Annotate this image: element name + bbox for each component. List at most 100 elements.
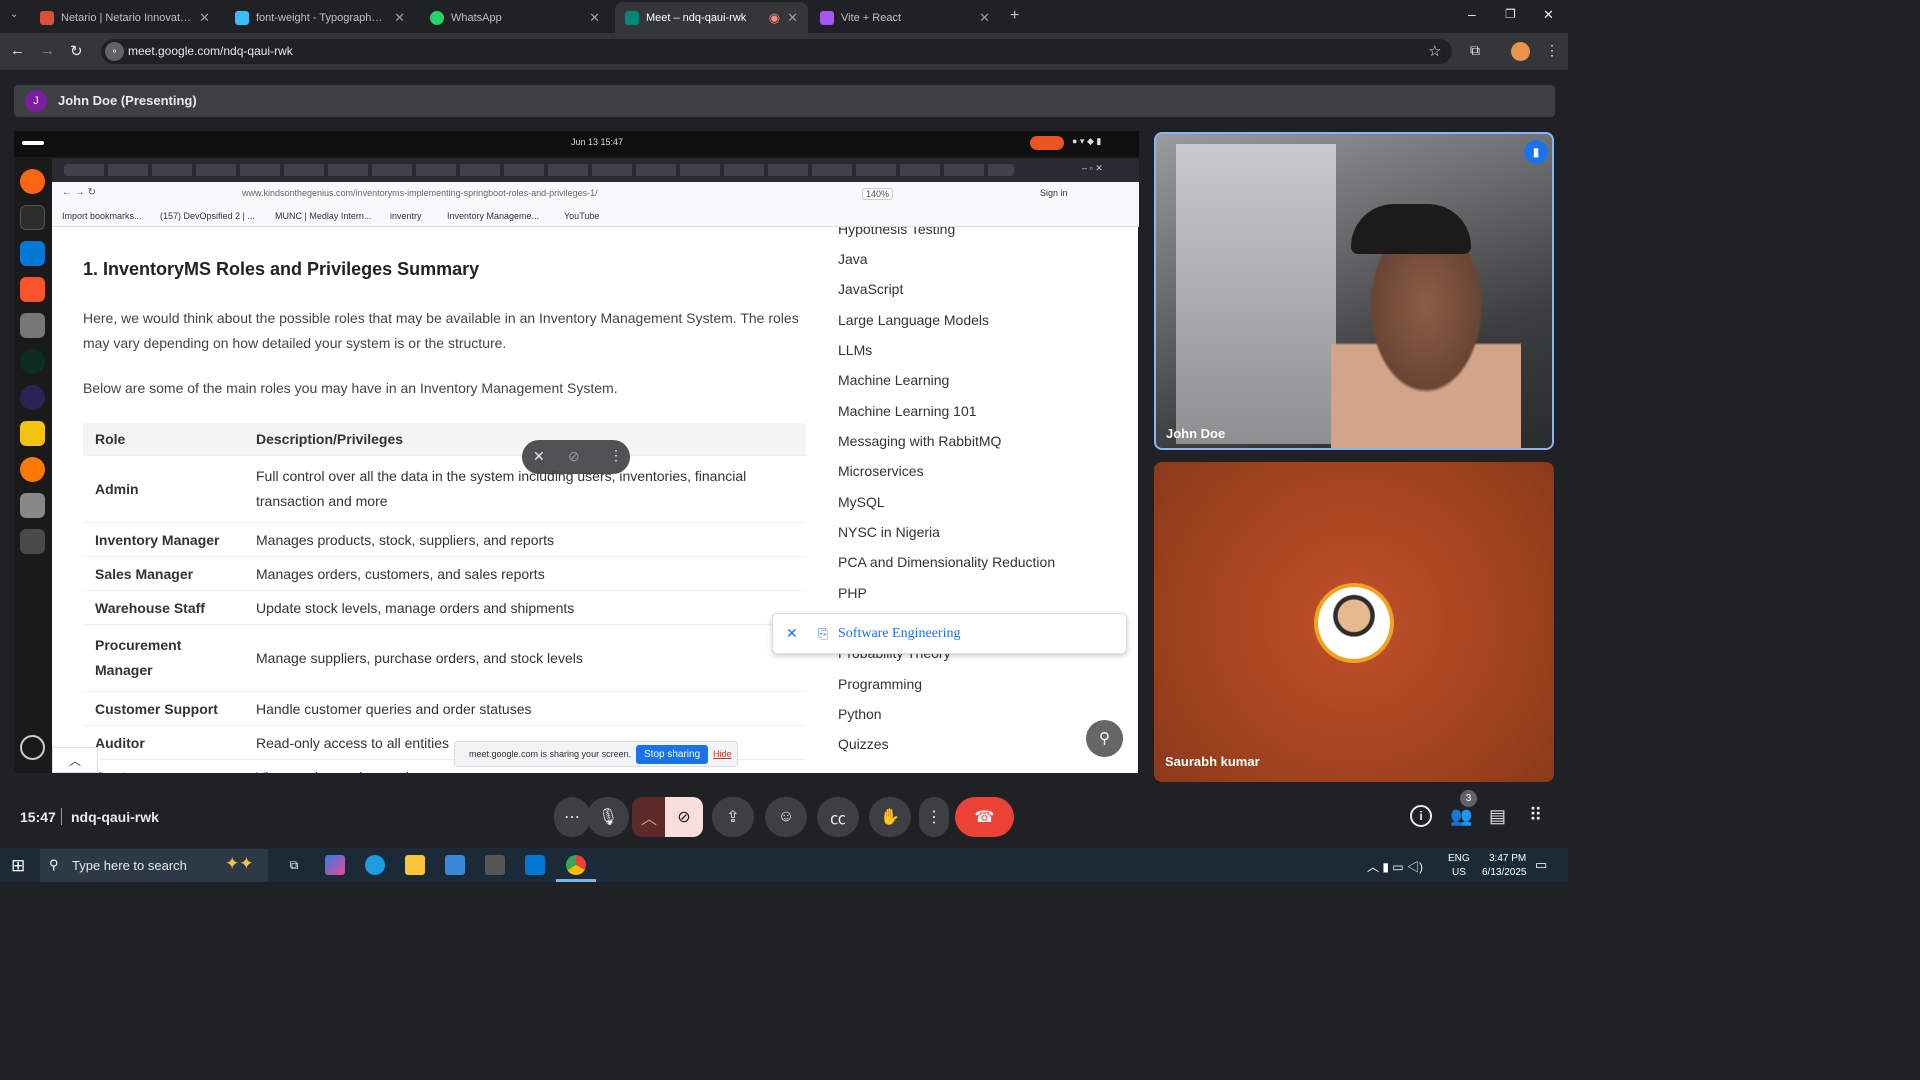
notification-icon[interactable]: ▭ xyxy=(1535,857,1547,873)
browser-menu-icon[interactable]: ⋮ xyxy=(1545,42,1559,59)
windows-start-icon[interactable]: ⊞ xyxy=(11,856,25,876)
back-icon[interactable]: ← xyxy=(10,42,25,59)
category-link[interactable]: Hypothesis Testing xyxy=(838,227,955,237)
category-link[interactable]: Messaging with RabbitMQ xyxy=(838,433,1001,449)
category-link[interactable]: NYSC in Nigeria xyxy=(838,524,940,540)
category-link[interactable]: Java xyxy=(838,251,868,267)
text-editor-icon[interactable] xyxy=(20,421,45,446)
camera-app-icon[interactable] xyxy=(485,855,505,875)
brave-icon[interactable] xyxy=(20,277,45,302)
bookmark-item[interactable]: Import bookmarks... xyxy=(62,211,142,221)
bookmark-item[interactable]: MUNC | Medlay Intern... xyxy=(275,211,371,221)
category-link[interactable]: Microservices xyxy=(838,463,924,479)
category-link[interactable]: Large Language Models xyxy=(838,312,989,328)
category-link[interactable]: JavaScript xyxy=(838,281,903,297)
chat-icon[interactable]: ▤ xyxy=(1489,806,1506,827)
category-link[interactable]: Machine Learning xyxy=(838,372,949,388)
present-button[interactable]: ⇪ xyxy=(712,797,754,837)
tab-meet[interactable]: Meet – ndq-qaui-rwk ◉ ✕ xyxy=(615,2,808,33)
category-link[interactable]: LLMs xyxy=(838,342,872,358)
forward-icon[interactable]: → xyxy=(40,42,55,59)
close-tab-icon[interactable]: ✕ xyxy=(979,10,990,26)
tab-font-weight[interactable]: font-weight - Typography - Tail... ✕ xyxy=(225,2,415,33)
more-options-icon[interactable]: ⋮ xyxy=(609,447,623,464)
more-controls-button[interactable]: ⋯ xyxy=(554,797,590,837)
files-icon[interactable] xyxy=(20,313,45,338)
inner-nav-icons[interactable]: ← → ↻ xyxy=(62,187,96,198)
category-link[interactable]: Quizzes xyxy=(838,736,889,752)
raise-hand-button[interactable]: ✋ xyxy=(869,797,911,837)
inner-url-text[interactable]: www.kindsonthegenius.com/inventoryms-imp… xyxy=(242,188,598,198)
language-indicator[interactable]: ENG xyxy=(1448,853,1470,864)
category-link[interactable]: Machine Learning 101 xyxy=(838,403,977,419)
taskbar-date[interactable]: 6/13/2025 xyxy=(1482,867,1527,878)
task-view-icon[interactable]: ⧉ xyxy=(284,855,304,875)
copilot-icon[interactable] xyxy=(325,855,345,875)
close-window-icon[interactable]: ✕ xyxy=(1543,7,1554,23)
vscode-icon[interactable] xyxy=(20,241,45,266)
bookmark-item[interactable]: Inventory Manageme... xyxy=(447,211,539,221)
store-icon[interactable] xyxy=(445,855,465,875)
terminal-icon[interactable] xyxy=(20,205,45,230)
scroll-up-icon[interactable]: ︿ xyxy=(52,747,98,773)
category-link[interactable]: PCA and Dimensionality Reduction xyxy=(838,554,1055,570)
new-tab-icon[interactable]: + xyxy=(1010,7,1019,25)
reactions-button[interactable]: ☺ xyxy=(765,797,807,837)
bookmark-item[interactable]: (157) DevOpsified 2 | ... xyxy=(160,211,255,221)
maximize-icon[interactable]: ❐ xyxy=(1505,7,1516,21)
ssd-drive-icon[interactable] xyxy=(20,493,45,518)
bookmark-star-icon[interactable]: ☆ xyxy=(1428,42,1441,60)
category-link[interactable]: Programming xyxy=(838,676,922,692)
camera-button[interactable]: ⊘ xyxy=(665,797,703,837)
activities-grid-icon[interactable]: ⠿ xyxy=(1529,805,1542,826)
close-icon[interactable]: ✕ xyxy=(786,625,798,642)
region-indicator[interactable]: US xyxy=(1452,867,1466,878)
minimize-icon[interactable]: – xyxy=(1468,6,1476,22)
hide-button[interactable]: Hide xyxy=(713,749,732,759)
eclipse-icon[interactable] xyxy=(20,385,45,410)
reload-icon[interactable]: ↻ xyxy=(70,42,83,60)
inner-zoom-level[interactable]: 140% xyxy=(862,188,894,200)
close-tab-icon[interactable]: ✕ xyxy=(394,10,405,26)
inner-window-controls[interactable]: – ▫ ✕ xyxy=(1082,163,1103,174)
edge-icon[interactable] xyxy=(365,855,385,875)
search-suggestion-popup[interactable]: ✕ ⎘ Software Engineering xyxy=(772,613,1127,654)
vscode-taskbar-icon[interactable] xyxy=(525,855,545,875)
show-apps-icon[interactable] xyxy=(20,735,45,760)
drawing-app-icon[interactable] xyxy=(20,457,45,482)
participant-tile-saurabh[interactable]: Saurabh kumar xyxy=(1154,462,1554,782)
tab-netario[interactable]: Netario | Netario Innovations P... ✕ xyxy=(30,2,220,33)
chrome-taskbar-icon[interactable] xyxy=(566,855,586,875)
taskbar-search-box[interactable]: ⚲ Type here to search ✦✦ xyxy=(40,849,268,882)
inner-sign-in[interactable]: Sign in xyxy=(1040,188,1068,198)
file-explorer-icon[interactable] xyxy=(405,855,425,875)
tab-whatsapp[interactable]: WhatsApp ✕ xyxy=(420,2,610,33)
category-link[interactable]: MySQL xyxy=(838,494,885,510)
tray-icons[interactable]: ︿ ▮ ▭ ◁) xyxy=(1367,858,1423,875)
close-tab-icon[interactable]: ✕ xyxy=(589,10,600,26)
mongodb-icon[interactable] xyxy=(20,349,45,374)
mic-off-icon[interactable]: ✕ xyxy=(533,448,545,465)
zoom-search-icon[interactable]: ⚲ xyxy=(1086,720,1123,757)
popup-item-label[interactable]: Software Engineering xyxy=(838,626,960,642)
tab-search-icon[interactable]: ⌄ xyxy=(10,9,18,20)
close-tab-icon[interactable]: ✕ xyxy=(199,10,210,26)
camera-off-icon[interactable]: ⊘ xyxy=(568,448,580,465)
meeting-info-icon[interactable]: i xyxy=(1410,805,1432,827)
extensions-icon[interactable]: ⧉ xyxy=(1470,42,1480,59)
captions-button[interactable]: ㏄ xyxy=(817,797,859,837)
firefox-icon[interactable] xyxy=(20,169,45,194)
participant-tile-john[interactable]: ▮ John Doe xyxy=(1154,132,1554,450)
more-options-button[interactable]: ⋮ xyxy=(919,797,949,837)
address-bar[interactable]: ⚬ meet.google.com/ndq-qaui-rwk xyxy=(101,39,1452,64)
tab-vite-react[interactable]: Vite + React ✕ xyxy=(810,2,1000,33)
leave-call-button[interactable]: ☎ xyxy=(955,797,1014,837)
camera-options-button[interactable]: ︿ xyxy=(632,797,666,837)
microphone-button[interactable]: 🎙 xyxy=(587,797,629,837)
category-link[interactable]: Python xyxy=(838,706,882,722)
bookmark-item[interactable]: YouTube xyxy=(564,211,599,221)
profile-avatar[interactable] xyxy=(1511,42,1530,61)
site-info-icon[interactable]: ⚬ xyxy=(105,42,124,61)
category-link[interactable]: PHP xyxy=(838,585,867,601)
bookmark-item[interactable]: inventry xyxy=(390,211,422,221)
